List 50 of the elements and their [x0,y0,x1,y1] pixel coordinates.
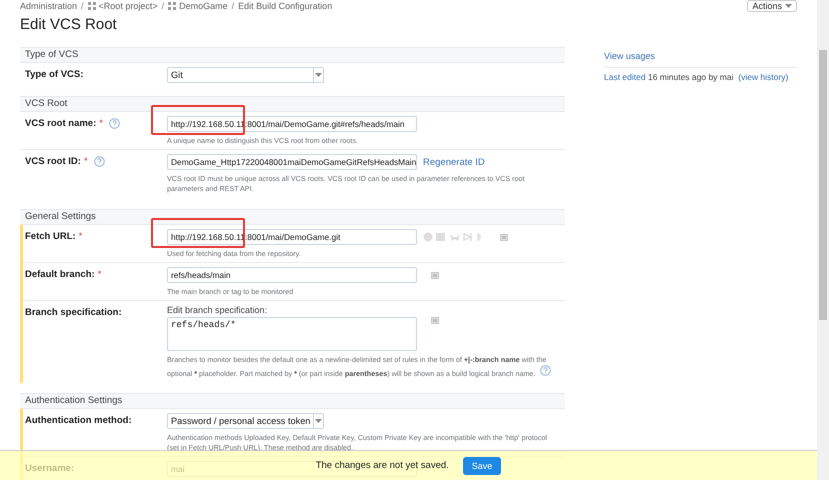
save-button[interactable]: Save [462,456,502,474]
caret-icon [785,4,792,8]
field-label: Fetch URL: [25,231,76,242]
help-icon[interactable] [540,365,552,376]
breadcrumb-separator: / [232,1,234,11]
side-icon[interactable] [431,317,439,324]
view-history-link[interactable]: (view history) [738,72,788,82]
input-field[interactable]: refs/heads/main [167,267,417,284]
help-icon[interactable] [94,156,105,168]
field-label: VCS root ID: [25,156,81,168]
dropdown-caret-icon [315,418,322,423]
project-icon [168,2,176,10]
field-label: Branch specification: [25,307,122,318]
section-header: Authentication Settings [20,392,565,409]
required-mark: * [78,231,82,242]
required-mark: * [84,156,88,168]
breadcrumb-link[interactable]: DemoGame [168,1,228,11]
section-header: General Settings [20,209,565,226]
side-icon[interactable] [500,234,508,241]
breadcrumb-link[interactable]: Edit Build Configuration [238,1,332,11]
section-header: Type of VCS [20,47,565,63]
unsaved-message: The changes are not yet saved. [316,460,449,471]
actions-button[interactable]: Actions [747,0,797,12]
field-label: Authentication method: [25,414,132,426]
regenerate-link[interactable]: Regenerate ID [423,156,485,168]
text-area[interactable]: refs/heads/* [167,317,417,352]
breadcrumb-link[interactable]: Administration [20,1,78,11]
breadcrumb-link[interactable]: <Root project> [88,1,158,11]
last-edited-text: 16 minutes ago by mai [648,72,734,82]
dropdown-caret-icon [315,73,322,77]
select-field[interactable]: Password / personal access token [167,412,324,429]
field-label: Username: [25,462,74,474]
field-label: Type of VCS: [25,69,84,80]
field-caption: Edit branch specification: [167,305,268,316]
breadcrumb-separator: / [81,1,84,11]
help-icon[interactable] [108,118,120,129]
select-field[interactable]: Git [167,67,324,83]
required-mark: * [99,118,103,129]
field-label: VCS root name: [25,118,96,129]
breadcrumb-separator: / [162,1,164,11]
side-icon[interactable] [431,272,439,279]
view-usages-link[interactable]: View usages [604,47,797,68]
section-header: VCS Root [20,96,565,112]
page-title: Edit VCS Root [20,16,118,33]
last-edited-link[interactable]: Last edited [604,72,646,82]
required-mark: * [98,269,102,280]
project-icon [88,2,96,10]
field-label: Default branch: [25,269,95,280]
input-field[interactable]: DemoGame_Http17220048001maiDemoGameGitRefsHeadsMain [167,154,417,170]
scrollbar[interactable] [817,0,829,480]
